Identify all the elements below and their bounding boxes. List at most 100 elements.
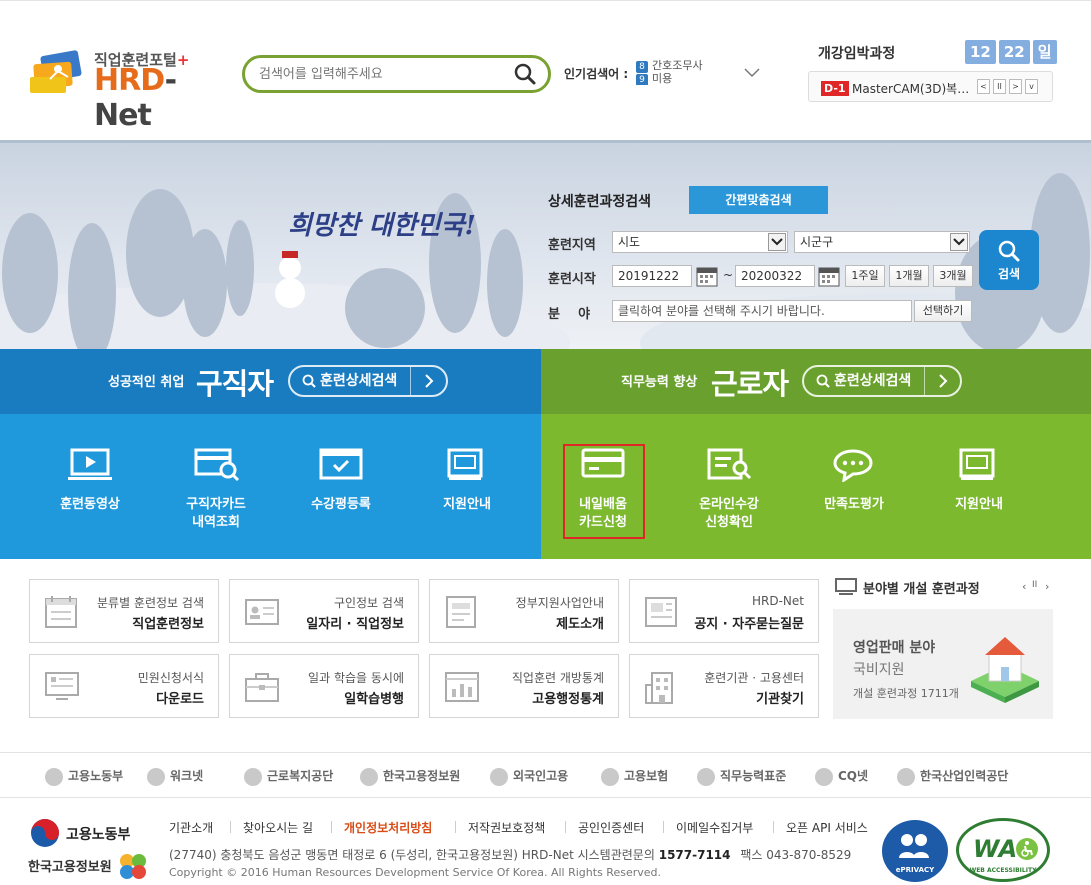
- calendar-icon[interactable]: [696, 265, 718, 287]
- pause-button[interactable]: II: [993, 79, 1006, 94]
- calendar-icon[interactable]: [818, 265, 840, 287]
- menu-review-register[interactable]: 수강평등록: [276, 414, 406, 559]
- field-select-button[interactable]: 선택하기: [914, 300, 972, 322]
- tile-caption: 민원신청서식: [137, 671, 204, 685]
- region-label: 훈련지역: [548, 238, 596, 253]
- footer-link-email-refusal[interactable]: 이메일수집거부: [676, 819, 753, 836]
- popular-search-item[interactable]: 9 미용: [636, 72, 736, 85]
- worker-subtitle: 직무능력 향상: [621, 375, 698, 390]
- carousel-prev-button[interactable]: ‹: [1022, 580, 1026, 593]
- menu-training-video[interactable]: 훈련동영상: [25, 414, 155, 559]
- family-link-ei[interactable]: 고용보험: [601, 767, 668, 786]
- tile-system-intro[interactable]: 정부지원사업안내 제도소개: [429, 579, 619, 643]
- menu-label: 내일배움: [579, 497, 627, 512]
- logo-hrd: HRD: [94, 63, 166, 98]
- footer-separator: [773, 821, 774, 833]
- worker-detail-search-button[interactable]: 훈련상세검색: [802, 365, 962, 397]
- ei-logo-icon: [601, 767, 619, 786]
- date-from-input[interactable]: 20191222: [612, 265, 692, 287]
- range-1week-button[interactable]: 1주일: [845, 265, 885, 287]
- worknet-logo-icon: [147, 767, 165, 786]
- footer-link-certificate[interactable]: 공인인증센터: [578, 819, 644, 836]
- date-to-input[interactable]: 20200322: [735, 265, 815, 287]
- wheelchair-icon: [1016, 838, 1038, 860]
- tile-job-info[interactable]: 구인정보 검색 일자리 · 직업정보: [229, 579, 419, 643]
- footer-separator: [331, 821, 332, 833]
- carousel-next-button[interactable]: ›: [1045, 580, 1049, 593]
- pill-divider: [410, 367, 411, 395]
- footer-phone: 1577-7114: [658, 848, 731, 862]
- site-logo[interactable]: 직업훈련포털+ HRD-Net: [28, 49, 228, 133]
- jobseeker-detail-search-button[interactable]: 훈련상세검색: [288, 365, 448, 397]
- tile-work-study[interactable]: 일과 학습을 동시에 일학습병행: [229, 654, 419, 718]
- tile-notice-faq[interactable]: HRD-Net 공지 · 자주묻는질문: [629, 579, 819, 643]
- menu-worker-support[interactable]: 지원안내: [914, 414, 1044, 559]
- site-header: 직업훈련포털+ HRD-Net 인기검색어 : 8간호조무사 9 미용 개강임박과…: [0, 0, 1091, 140]
- footer-link-privacy[interactable]: 개인정보처리방침: [344, 819, 432, 836]
- menu-online-course-confirm[interactable]: 온라인수강 신청확인: [664, 414, 794, 559]
- field-course-count: 개설 훈련과정 1711개: [853, 687, 959, 700]
- tile-training-info[interactable]: 분류별 훈련정보 검색 직업훈련정보: [29, 579, 219, 643]
- footer-link-open-api[interactable]: 오픈 API 서비스: [786, 819, 868, 836]
- footer-link-directions[interactable]: 찾아오시는 길: [243, 819, 313, 836]
- tile-statistics[interactable]: 직업훈련 개방통계 고용행정통계: [429, 654, 619, 718]
- family-link-hrdkorea[interactable]: 한국산업인력공단: [897, 767, 1008, 786]
- popular-search-item[interactable]: 8 간호조무사: [636, 59, 736, 73]
- footer-address: (27740) 충청북도 음성군 맹동면 태정로 6 (두성리, 한국고용정보원…: [169, 848, 655, 862]
- family-link-label: 워크넷: [170, 769, 204, 783]
- field-course-card[interactable]: 영업판매 분야 국비지원 개설 훈련과정 1711개: [833, 609, 1053, 719]
- search-input[interactable]: [259, 64, 509, 84]
- menu-satisfaction-survey[interactable]: 만족도평가: [789, 414, 919, 559]
- footer-link-copyright-policy[interactable]: 저작권보호정책: [468, 819, 545, 836]
- family-link-cq[interactable]: CQ넷: [815, 767, 868, 786]
- family-link-ncs[interactable]: 직무능력표준: [697, 767, 787, 786]
- next-button[interactable]: >: [1009, 79, 1022, 94]
- moel-logo-icon: [45, 767, 63, 786]
- family-link-worknet[interactable]: 워크넷: [147, 767, 204, 786]
- range-1month-button[interactable]: 1개월: [889, 265, 929, 287]
- family-link-comwel[interactable]: 근로복지공단: [244, 767, 334, 786]
- chevron-down-icon[interactable]: [744, 68, 760, 78]
- tile-caption: HRD-Net: [752, 594, 804, 608]
- cq-logo-icon: [815, 767, 833, 786]
- menu-jobseeker-support[interactable]: 지원안내: [402, 414, 532, 559]
- eprivacy-logo-icon: [899, 834, 929, 858]
- footer-link-about[interactable]: 기관소개: [169, 819, 213, 836]
- popular-search-list: 8 간호조무사 9 미용: [636, 59, 736, 85]
- video-icon: [68, 448, 112, 480]
- tile-caption: 직업훈련 개방통계: [511, 671, 604, 685]
- prev-button[interactable]: <: [977, 79, 990, 94]
- family-link-label: 직무능력표준: [720, 769, 787, 783]
- range-3month-button[interactable]: 3개월: [933, 265, 973, 287]
- tile-title: 고용행정통계: [532, 692, 604, 707]
- family-link-moel[interactable]: 고용노동부: [45, 767, 123, 786]
- family-link-eps[interactable]: 외국인고용: [490, 767, 568, 786]
- menu-label-line2: 내역조회: [192, 515, 240, 530]
- tile-caption: 구인정보 검색: [333, 596, 404, 610]
- carousel-pause-button[interactable]: II: [1032, 580, 1037, 590]
- family-link-label: 근로복지공단: [267, 769, 334, 783]
- popular-search-text: 간호조무사: [652, 59, 703, 72]
- upcoming-course-link[interactable]: MasterCAM(3D)복…: [852, 80, 969, 97]
- field-course-title: 분야별 개설 훈련과정: [863, 582, 980, 597]
- menu-jobseeker-card[interactable]: 구직자카드 내역조회: [151, 414, 281, 559]
- region-sigungu-select[interactable]: 시군구: [794, 231, 970, 253]
- search-icon[interactable]: [514, 63, 536, 85]
- search-submit-button[interactable]: 검색: [979, 230, 1039, 290]
- tile-find-institution[interactable]: 훈련기관 · 고용센터 기관찾기: [629, 654, 819, 718]
- date-weekday: 일: [1032, 40, 1057, 64]
- region-sido-select[interactable]: 시도: [612, 231, 788, 253]
- quick-search-button[interactable]: 간편맞춤검색: [689, 186, 828, 214]
- tile-caption: 훈련기관 · 고용센터: [704, 671, 804, 685]
- expand-button[interactable]: v: [1025, 79, 1038, 94]
- web-accessibility-badge[interactable]: WA WEB ACCESSIBILITY: [956, 818, 1050, 882]
- menu-label: 지원안내: [443, 497, 491, 512]
- main-search-box: [242, 55, 551, 93]
- tile-form-download[interactable]: 민원신청서식 다운로드: [29, 654, 219, 718]
- keis-logo-icon: [360, 767, 378, 786]
- family-link-keis[interactable]: 한국고용정보원: [360, 767, 460, 786]
- menu-naeil-card-apply[interactable]: 내일배움 카드신청: [538, 414, 668, 559]
- footer-copyright: Copyright © 2016 Human Resources Develop…: [169, 866, 661, 879]
- eprivacy-badge[interactable]: ePRIVACY: [882, 820, 948, 882]
- field-select-input[interactable]: 클릭하여 분야를 선택해 주시기 바랍니다.: [612, 300, 912, 322]
